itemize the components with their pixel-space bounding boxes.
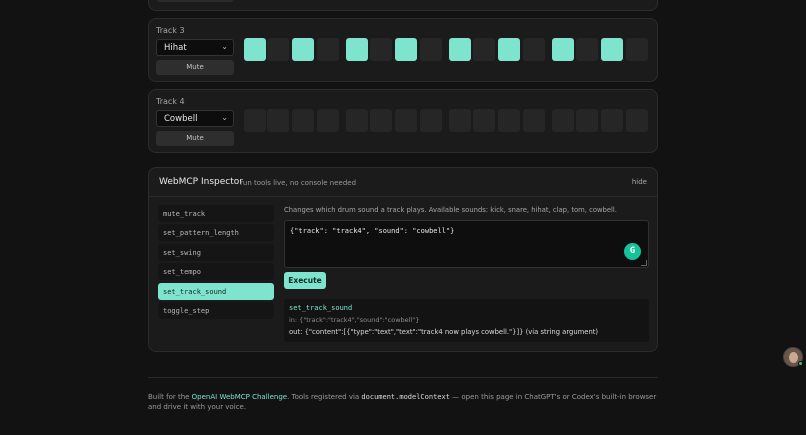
footer-prefix: Built for the — [148, 393, 192, 401]
tool-description: Changes which drum sound a track plays. … — [284, 206, 617, 214]
step-pad[interactable] — [244, 38, 266, 61]
step-pad[interactable] — [473, 109, 495, 132]
mute-button[interactable]: Mute — [156, 60, 234, 75]
step-pad[interactable] — [395, 38, 417, 61]
args-text: {"track": "track4", "sound": "cowbell"} — [290, 227, 455, 235]
mute-button-previous[interactable] — [156, 0, 234, 2]
sound-select-value: Hihat — [164, 43, 187, 53]
step-pad[interactable] — [552, 38, 574, 61]
step-pad[interactable] — [395, 109, 417, 132]
step-pad[interactable] — [552, 109, 574, 132]
resize-handle-icon[interactable] — [641, 260, 647, 266]
footer-divider — [148, 377, 658, 378]
step-pad[interactable] — [601, 109, 623, 132]
step-pad[interactable] — [498, 38, 520, 61]
tool-item-set-track-sound[interactable]: set_track_sound — [158, 282, 274, 300]
step-pad[interactable] — [449, 109, 471, 132]
footer-code: document.modelContext — [361, 393, 450, 401]
chevron-down-icon: ⌄ — [221, 42, 228, 51]
step-pad[interactable] — [346, 109, 368, 132]
step-pad[interactable] — [626, 38, 648, 61]
mute-button[interactable]: Mute — [156, 131, 234, 146]
sound-select-value: Cowbell — [164, 114, 198, 124]
step-pad[interactable] — [292, 38, 314, 61]
inspector-header: WebMCP Inspector run tools live, no cons… — [149, 168, 657, 197]
inspector-subtitle: run tools live, no console needed — [240, 178, 357, 187]
result-tool-name: set_track_sound — [289, 304, 353, 312]
result-output: out: {"content":[{"type":"text","text":"… — [289, 328, 599, 336]
challenge-link[interactable]: OpenAI WebMCP Challenge — [192, 393, 287, 401]
tool-item-set-swing[interactable]: set_swing — [158, 243, 274, 261]
track-panel-previous — [148, 0, 658, 11]
online-status-icon — [798, 361, 803, 366]
step-pad[interactable] — [370, 38, 392, 61]
step-pad[interactable] — [473, 38, 495, 61]
step-pad[interactable] — [576, 109, 598, 132]
step-pad[interactable] — [601, 38, 623, 61]
tool-item-set-tempo[interactable]: set_tempo — [158, 263, 274, 281]
step-pad[interactable] — [523, 38, 545, 61]
step-pad[interactable] — [420, 109, 442, 132]
execute-button[interactable]: Execute — [284, 272, 326, 289]
tool-item-mute-track[interactable]: mute_track — [158, 205, 274, 222]
hide-button[interactable]: hide — [632, 178, 647, 186]
step-pad[interactable] — [523, 109, 545, 132]
footer-middle: . Tools registered via — [287, 393, 362, 401]
step-pad[interactable] — [317, 109, 339, 132]
track-label: Track 3 — [156, 26, 185, 35]
tool-item-toggle-step[interactable]: toggle_step — [158, 302, 274, 319]
args-textarea[interactable]: {"track": "track4", "sound": "cowbell"} … — [284, 220, 649, 268]
grammarly-icon[interactable]: G — [624, 243, 641, 260]
step-pad[interactable] — [449, 38, 471, 61]
result-input: in: {"track":"track4","sound":"cowbell"} — [289, 316, 420, 324]
step-pad[interactable] — [626, 109, 648, 132]
track-panel-4: Track 4 Cowbell ⌄ Mute — [148, 89, 658, 153]
step-pad[interactable] — [292, 109, 314, 132]
webmcp-inspector: WebMCP Inspector run tools live, no cons… — [148, 167, 658, 352]
chevron-down-icon: ⌄ — [221, 113, 228, 122]
step-pad[interactable] — [317, 38, 339, 61]
tool-item-set-pattern-length[interactable]: set_pattern_length — [158, 224, 274, 242]
step-pad[interactable] — [244, 109, 266, 132]
step-pad[interactable] — [420, 38, 442, 61]
track-label: Track 4 — [156, 97, 185, 106]
sound-select[interactable]: Cowbell ⌄ — [156, 110, 234, 127]
step-pad[interactable] — [346, 38, 368, 61]
step-pad[interactable] — [498, 109, 520, 132]
sound-select[interactable]: Hihat ⌄ — [156, 39, 234, 56]
step-pad[interactable] — [267, 109, 289, 132]
step-pad[interactable] — [370, 109, 392, 132]
step-pad[interactable] — [267, 38, 289, 61]
result-panel: set_track_sound in: {"track":"track4","s… — [284, 299, 649, 342]
step-pad[interactable] — [576, 38, 598, 61]
inspector-title: WebMCP Inspector — [159, 177, 243, 187]
footer-text: Built for the OpenAI WebMCP Challenge. T… — [148, 392, 658, 412]
avatar-face — [789, 352, 798, 363]
track-panel-3: Track 3 Hihat ⌄ Mute — [148, 18, 658, 82]
